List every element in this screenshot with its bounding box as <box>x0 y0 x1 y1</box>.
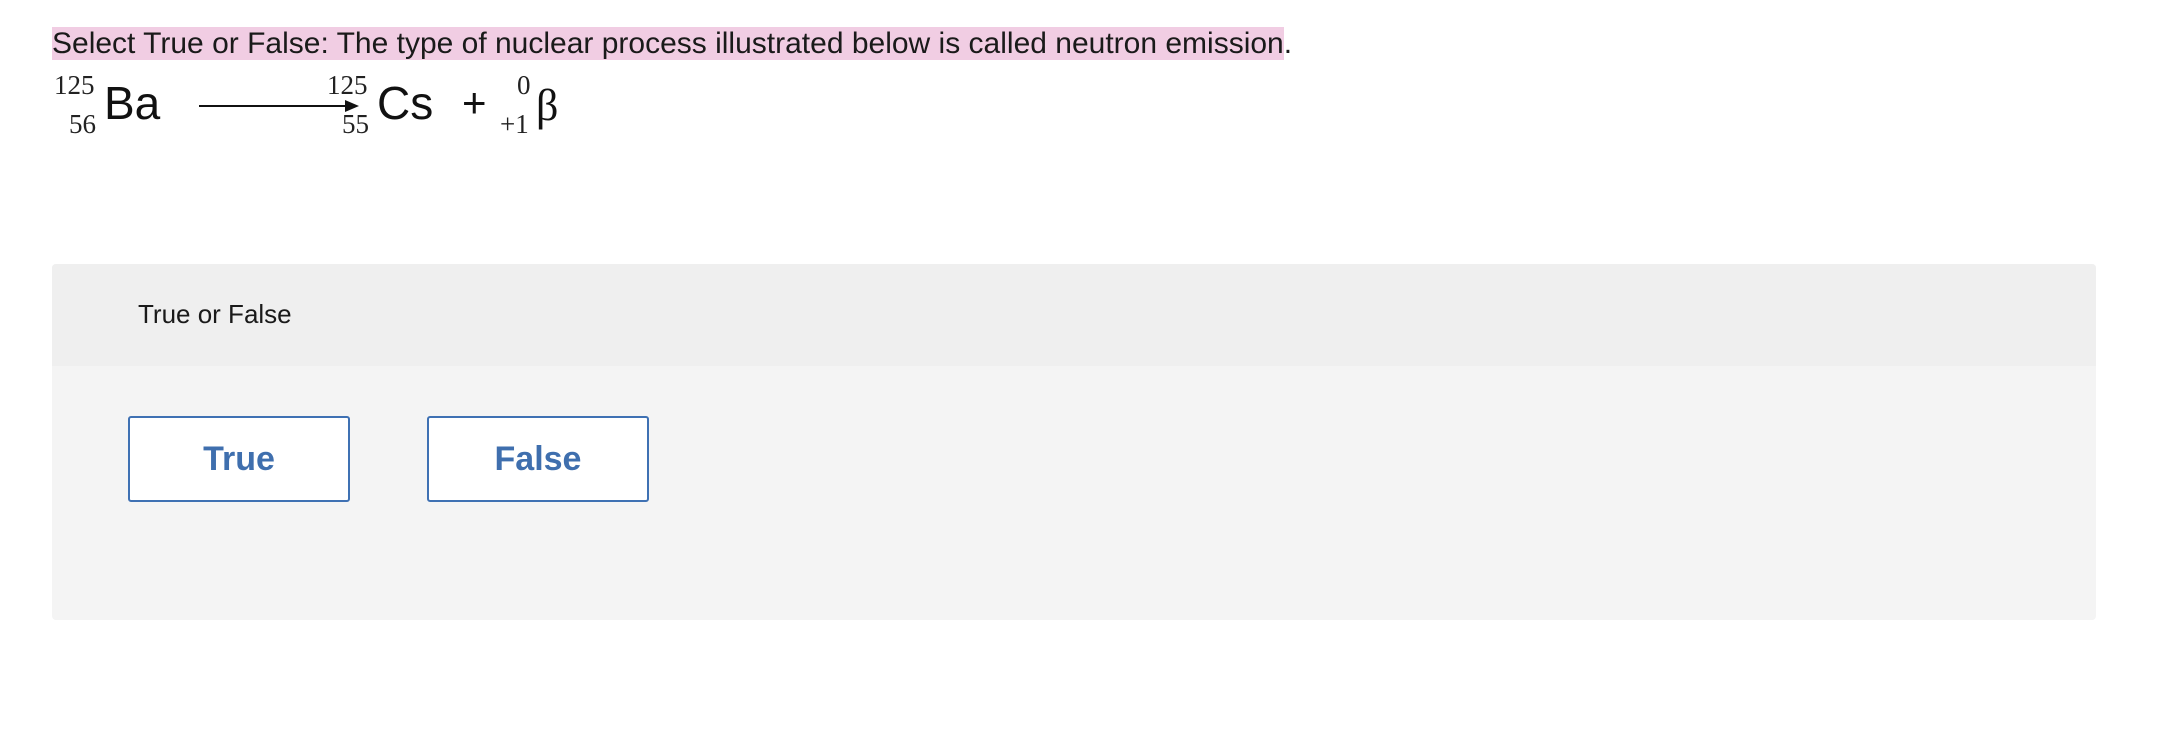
reactant-atomic-number: 56 <box>69 109 96 139</box>
true-button[interactable]: True <box>128 416 350 502</box>
product1-atomic-number: 55 <box>342 109 369 139</box>
panel-header-label: True or False <box>138 299 292 329</box>
question-text: Select True or False: The type of nuclea… <box>52 27 1284 60</box>
product2-symbol: β <box>536 81 559 130</box>
product1-symbol: Cs <box>377 77 434 129</box>
reaction-arrow-icon <box>199 100 359 112</box>
panel-header: True or False <box>52 264 2096 366</box>
false-button[interactable]: False <box>427 416 649 502</box>
product1-mass-number: 125 <box>327 70 368 100</box>
answer-panel: True or False True False <box>52 264 2096 620</box>
product2-mass-number: 0 <box>517 70 531 100</box>
reactant-mass-number: 125 <box>54 70 95 100</box>
nuclear-equation: 125 56 Ba 125 55 Cs + 0 +1 β <box>52 68 612 148</box>
plus-sign: + <box>462 79 487 126</box>
question-prompt: Select True or False: The type of nuclea… <box>52 22 1292 66</box>
product2-atomic-number: +1 <box>500 109 529 139</box>
reactant-symbol: Ba <box>104 77 161 129</box>
question-period: . <box>1283 27 1293 60</box>
